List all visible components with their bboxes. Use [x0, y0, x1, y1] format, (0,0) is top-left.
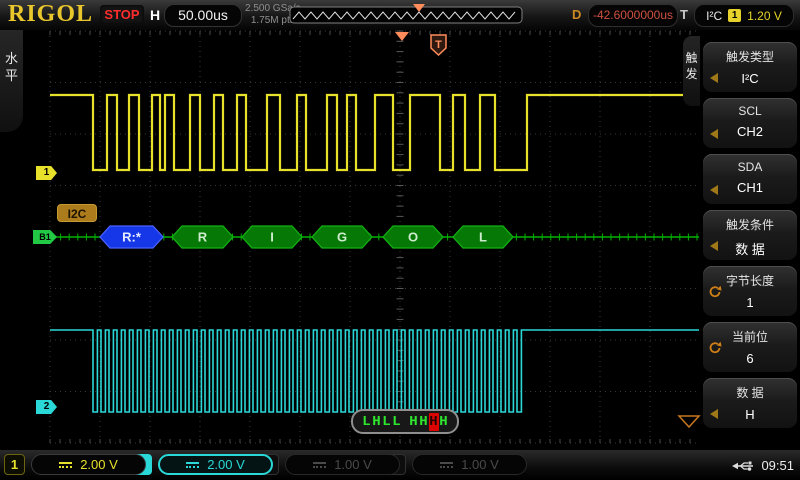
channel-scale: 2.00 V	[207, 457, 245, 472]
pattern-bit: L	[392, 413, 402, 431]
menu-label: 数 据	[703, 378, 797, 401]
usb-icon	[732, 460, 756, 472]
waveform-display: R:*RIGOLT	[0, 0, 800, 480]
svg-text:R: R	[198, 230, 208, 245]
pattern-bit: H	[419, 413, 429, 431]
dc-coupling-icon	[313, 462, 326, 468]
channel-2-indicator[interactable]: 22.00 V	[131, 454, 273, 475]
channel-scale: 1.00 V	[334, 457, 372, 472]
trigger-label: T	[680, 7, 688, 22]
channel-badge[interactable]: 1	[4, 454, 25, 475]
horizontal-tab-char: 平	[0, 67, 23, 84]
menu-item-2[interactable]: SDACH1	[703, 154, 797, 204]
ch2-scl-trace	[50, 330, 699, 412]
menu-label: 触发类型	[703, 42, 797, 65]
channel-scale-pill[interactable]: 1.00 V	[412, 454, 527, 475]
delay-label: D	[572, 7, 581, 22]
dc-coupling-icon	[440, 462, 453, 468]
graticule: R:* R I G O L	[50, 31, 750, 443]
menu-arrow-icon	[710, 185, 718, 195]
horizontal-label: H	[150, 7, 160, 23]
decode-frame-1: R	[172, 226, 233, 248]
memory-position-bar[interactable]	[289, 3, 523, 25]
svg-text:L: L	[479, 230, 487, 245]
i2c-bus-badge: I2C	[57, 204, 97, 222]
channel-scale-pill[interactable]: 2.00 V	[31, 454, 146, 475]
i2c-decode-bus: R:* R I G O L	[50, 226, 699, 248]
menu-label: SCL	[703, 98, 797, 118]
time-display: 09:51	[761, 458, 794, 473]
menu-item-1[interactable]: SCLCH2	[703, 98, 797, 148]
menu-item-0[interactable]: 触发类型I²C	[703, 42, 797, 92]
horizontal-menu-tab[interactable]: 水 平	[0, 30, 23, 132]
trigger-type: I²C	[706, 9, 722, 23]
menu-item-3[interactable]: 触发条件数 据	[703, 210, 797, 260]
delay-value[interactable]: -42.6000000us	[588, 4, 678, 27]
pattern-bit: H	[409, 413, 419, 431]
trigger-tab-char: 触	[683, 50, 700, 66]
trigger-t-flag: T	[431, 35, 446, 55]
rotary-knob-icon	[708, 341, 722, 355]
trigger-source-badge: 1	[728, 9, 741, 22]
menu-arrow-icon	[710, 129, 718, 139]
menu-label: SDA	[703, 154, 797, 174]
trigger-position-marker[interactable]	[395, 32, 409, 41]
dc-coupling-icon	[59, 462, 72, 468]
svg-text:G: G	[337, 230, 347, 245]
pattern-bit: L	[382, 413, 392, 431]
channel-3-indicator[interactable]: 31.00 V	[258, 454, 400, 475]
svg-text:R:*: R:*	[122, 230, 142, 245]
trigger-menu-tab[interactable]: 触 发	[683, 36, 700, 106]
timebase-value[interactable]: 50.00us	[164, 4, 242, 27]
clock-area: 09:51	[732, 458, 794, 473]
pattern-bit: H	[439, 413, 449, 431]
menu-arrow-icon	[710, 73, 718, 83]
svg-text:O: O	[408, 230, 418, 245]
menu-item-4[interactable]: 字节长度1	[703, 266, 797, 316]
channel-scale: 2.00 V	[80, 457, 118, 472]
rigol-logo: RIGOL	[8, 1, 93, 28]
pattern-bit: L	[362, 413, 372, 431]
trigger-pattern-readout: LHLLHHHH	[351, 409, 459, 434]
channel-scale: 1.00 V	[461, 457, 499, 472]
channel-scale-pill[interactable]: 1.00 V	[285, 454, 400, 475]
horizontal-tab-char: 水	[0, 50, 23, 67]
trigger-level: 1.20 V	[747, 9, 782, 23]
decode-frame-3: G	[312, 226, 372, 248]
dc-coupling-icon	[186, 462, 199, 468]
channel-1-indicator[interactable]: 1 2.00 V	[4, 454, 146, 475]
channel-scale-pill[interactable]: 2.00 V	[158, 454, 273, 475]
trigger-tab-char: 发	[683, 66, 700, 82]
svg-text:T: T	[435, 39, 442, 51]
menu-label: 触发条件	[703, 210, 797, 233]
svg-text:I: I	[270, 230, 274, 245]
run-stop-status[interactable]: STOP	[100, 5, 144, 24]
decode-frame-0: R:*	[100, 226, 163, 248]
soft-menu-column: 触发类型I²CSCLCH2SDACH1触发条件数 据字节长度1当前位6数 据H	[703, 42, 797, 428]
decode-frame-2: I	[242, 226, 302, 248]
ch1-sda-trace	[50, 95, 699, 170]
channel-4-indicator[interactable]: 41.00 V	[385, 454, 527, 475]
event-table-marker[interactable]	[679, 416, 699, 427]
pattern-bit: H	[429, 413, 439, 431]
menu-item-6[interactable]: 数 据H	[703, 378, 797, 428]
pattern-bit: H	[372, 413, 382, 431]
rotary-knob-icon	[708, 285, 722, 299]
menu-arrow-icon	[710, 241, 718, 251]
oscilloscope-screen: R:*RIGOLT RIGOL STOP H 50.00us 2.500 GSa…	[0, 0, 800, 480]
bottom-channel-bar: 41.00 V31.00 V22.00 V 1 2.00 V 09:51	[0, 450, 800, 480]
menu-arrow-icon	[710, 409, 718, 419]
decode-frame-5: L	[453, 226, 513, 248]
menu-item-5[interactable]: 当前位6	[703, 322, 797, 372]
top-status-bar: RIGOL STOP H 50.00us 2.500 GSa/s 1.75M p…	[0, 0, 800, 30]
decode-frame-4: O	[383, 226, 443, 248]
trigger-info-box[interactable]: I²C 1 1.20 V	[694, 4, 794, 27]
